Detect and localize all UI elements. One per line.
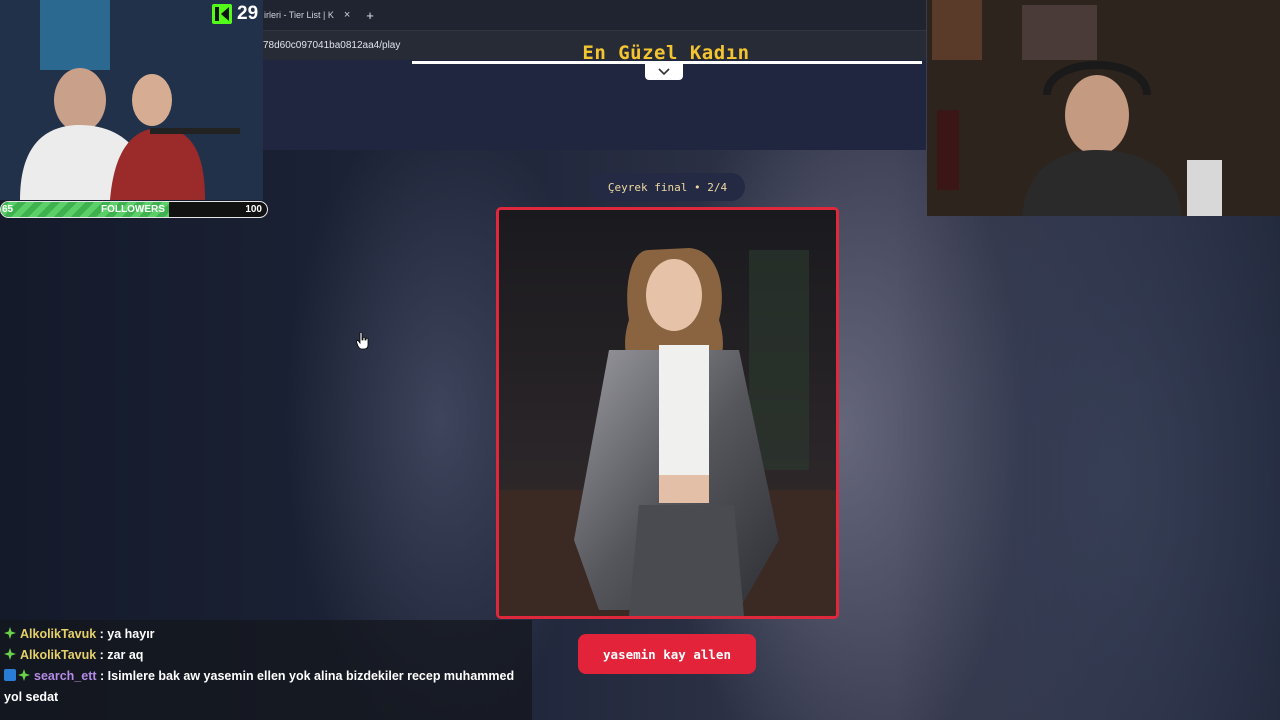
subscriber-badge-icon	[4, 669, 16, 681]
tab-close-icon[interactable]: ×	[344, 9, 350, 21]
stream-chat: AlkolikTavuk : ya hayır AlkolikTavuk : z…	[0, 620, 532, 720]
browser-tab[interactable]: irleri - Tier List | K ×	[262, 9, 350, 21]
round-badge: Çeyrek final • 2/4	[590, 173, 745, 201]
chat-username[interactable]: search_ett	[34, 669, 97, 683]
sparkle-badge-icon	[4, 627, 16, 639]
kick-viewer-count: 29	[237, 3, 259, 24]
followers-goal: 100	[245, 204, 262, 215]
chevron-down-icon	[658, 67, 670, 75]
webcam-feed-right	[927, 0, 1280, 216]
streamer-webcam-left: 29	[0, 0, 263, 200]
chat-message: AlkolikTavuk : zar aq	[4, 645, 528, 666]
followers-label: FOLLOWERS	[101, 204, 165, 215]
collapse-button[interactable]	[645, 63, 683, 80]
chat-separator: :	[96, 627, 108, 641]
vote-contestant-button[interactable]: yasemin kay allen	[578, 634, 756, 674]
contestant-photo	[499, 210, 836, 616]
browser-tab-bar: irleri - Tier List | K × +	[262, 0, 926, 30]
chat-separator: :	[96, 669, 108, 683]
followers-goal-bar: 65 FOLLOWERS 100	[0, 201, 268, 218]
chat-message: search_ett : Isimlere bak aw yasemin ell…	[4, 666, 528, 708]
tab-title: irleri - Tier List | K	[264, 10, 334, 20]
streamer-webcam-right	[927, 0, 1280, 216]
chat-message: AlkolikTavuk : ya hayır	[4, 624, 528, 645]
kick-logo-icon	[212, 4, 232, 24]
site-header	[262, 60, 926, 150]
chat-text: ya hayır	[107, 627, 155, 641]
chat-separator: :	[96, 648, 108, 662]
followers-current: 65	[2, 204, 14, 215]
sparkle-badge-icon	[4, 648, 16, 660]
new-tab-button[interactable]: +	[366, 8, 374, 23]
contestant-card[interactable]	[496, 207, 839, 619]
sparkle-badge-icon	[18, 669, 30, 681]
chat-username[interactable]: AlkolikTavuk	[20, 648, 96, 662]
hand-cursor-icon	[356, 332, 369, 350]
chat-text: zar aq	[107, 648, 144, 662]
chat-username[interactable]: AlkolikTavuk	[20, 627, 96, 641]
webcam-feed-left	[0, 0, 263, 200]
